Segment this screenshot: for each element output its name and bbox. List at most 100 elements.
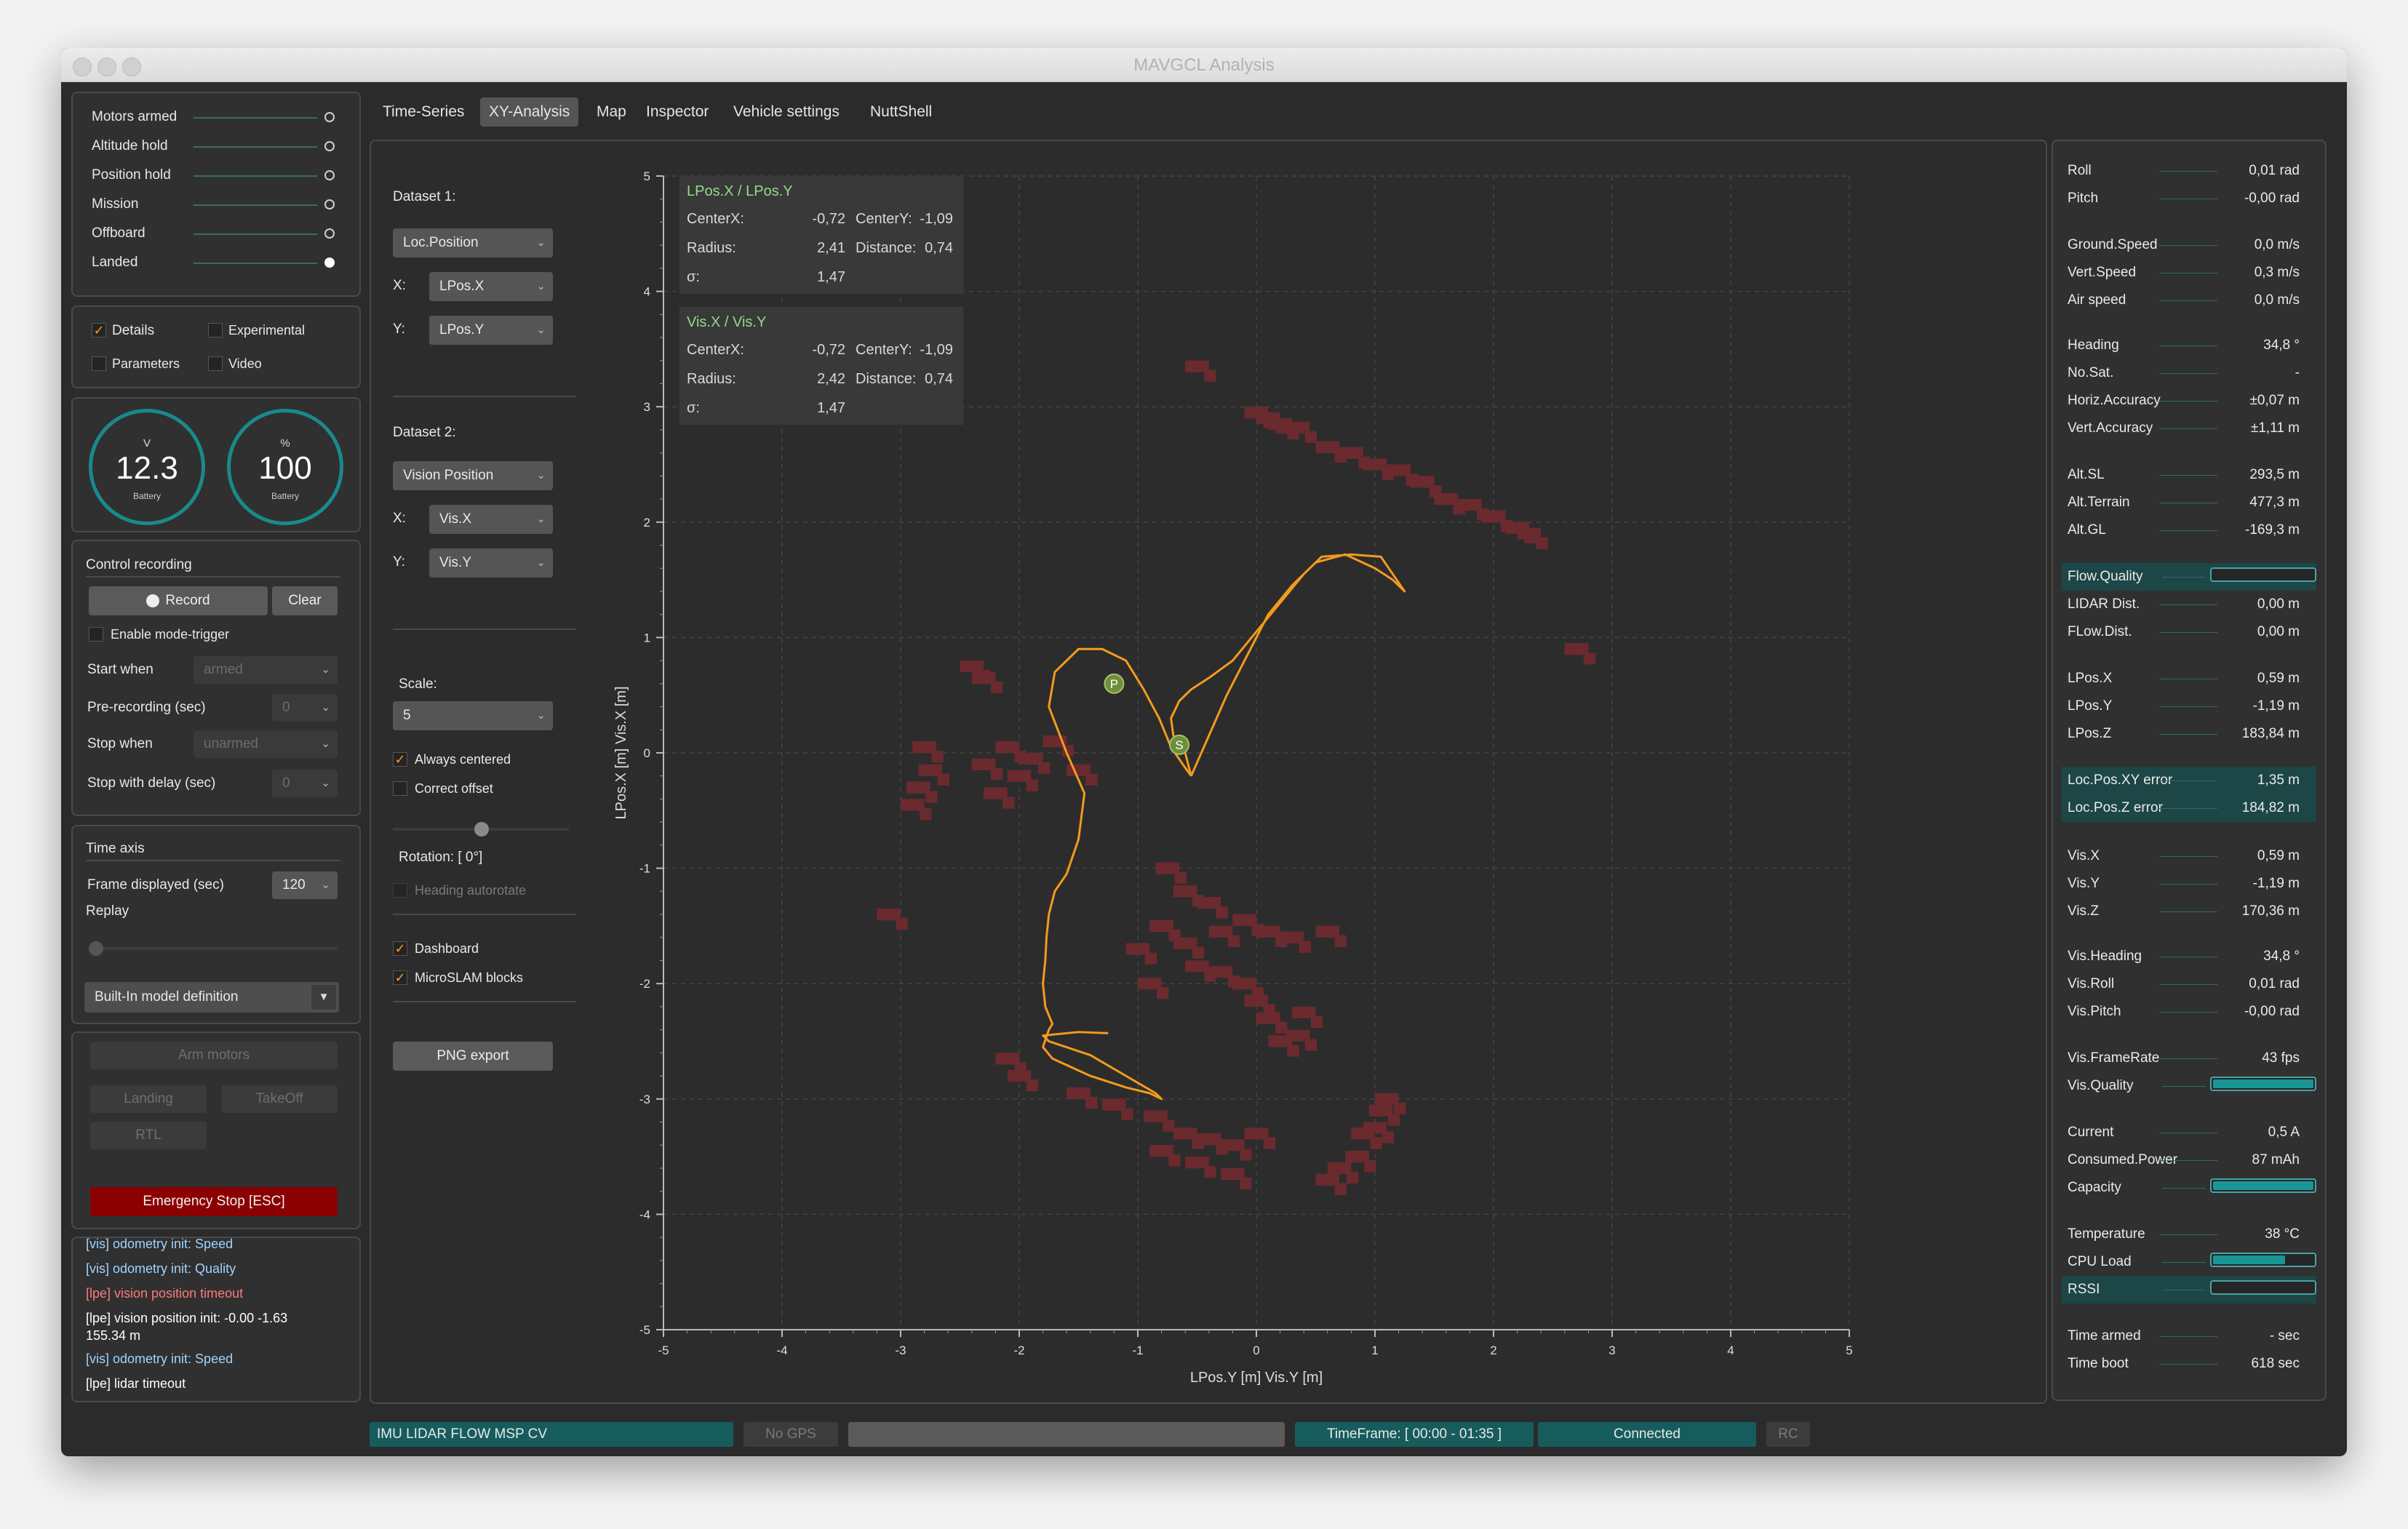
telemetry-rssi-bar — [2210, 1280, 2316, 1295]
log-line: [lpe] lidar timeout — [86, 1376, 186, 1391]
telemetry-current-value: 0,5 A — [2268, 1125, 2300, 1140]
heading-autorotate-checkbox[interactable] — [393, 883, 407, 898]
divider — [393, 628, 576, 630]
stop-when-select[interactable]: unarmed ⌄ — [194, 730, 338, 758]
always-centered-checkbox[interactable]: ✓ — [393, 752, 407, 767]
dataset2-label: Dataset 2: — [393, 425, 456, 440]
microslam-block — [1382, 1131, 1395, 1143]
y-tick-label: 0 — [644, 746, 650, 760]
y-tick-label: 4 — [644, 285, 650, 299]
scale-select[interactable]: 5 ⌄ — [393, 701, 553, 730]
landing-button[interactable]: Landing — [90, 1085, 207, 1113]
microslam-block — [1387, 1114, 1400, 1126]
png-export-button[interactable]: PNG export — [393, 1042, 553, 1071]
x-tick-label: 1 — [1371, 1344, 1378, 1357]
tab-nuttshell[interactable]: NuttShell — [861, 97, 941, 127]
telemetry-flow-dist--value: 0,00 m — [2257, 624, 2300, 639]
microslam-block — [1370, 1137, 1382, 1149]
mode-mission-label: Mission — [92, 196, 139, 212]
ds2-y-select[interactable]: Vis.Y ⌄ — [429, 548, 553, 578]
ds2-x-select[interactable]: Vis.X ⌄ — [429, 505, 553, 534]
dashboard-checkbox[interactable]: ✓ — [393, 941, 407, 956]
chevron-down-icon: ⌄ — [536, 324, 546, 336]
telemetry-ground-speed-value: 0,0 m/s — [2254, 237, 2300, 252]
tab-inspector[interactable]: Inspector — [637, 97, 717, 127]
telemetry-alt-terrain-label: Alt.Terrain — [2068, 495, 2130, 510]
telemetry-line — [2162, 1188, 2206, 1189]
vis-trajectory — [1170, 553, 1406, 777]
x-tick-label: 5 — [1846, 1344, 1852, 1357]
telemetry-vis-x-label: Vis.X — [2068, 848, 2100, 863]
tab-time-series[interactable]: Time-Series — [374, 97, 473, 127]
microslam-block — [1174, 871, 1187, 884]
microslam-checkbox[interactable]: ✓ — [393, 970, 407, 985]
telemetry-vert-speed-value: 0,3 m/s — [2254, 265, 2300, 280]
dataset1-select[interactable]: Loc.Position ⌄ — [393, 228, 553, 258]
mode-motors-armed-indicator — [324, 112, 335, 122]
clear-button[interactable]: Clear — [272, 586, 338, 615]
mode-offboard-label: Offboard — [92, 225, 145, 241]
telemetry-alt-gl-label: Alt.GL — [2068, 522, 2106, 538]
microslam-block — [1304, 431, 1317, 443]
microslam-block — [1216, 906, 1228, 919]
correct-offset-checkbox[interactable] — [393, 781, 407, 796]
rtl-button[interactable]: RTL — [90, 1122, 207, 1149]
rotation-slider-handle[interactable] — [474, 822, 489, 837]
telemetry-no-sat--label: No.Sat. — [2068, 365, 2114, 380]
replay-slider-track[interactable] — [89, 947, 338, 950]
x-tick-label: -3 — [895, 1344, 906, 1357]
tab-xy-analysis[interactable]: XY-Analysis — [480, 97, 579, 127]
log-line: [lpe] vision position init: -0.00 -1.63 — [86, 1311, 288, 1325]
telemetry-vis-roll-value: 0,01 rad — [2249, 976, 2300, 991]
microslam-block — [990, 767, 1003, 781]
gps-status: No GPS — [743, 1422, 838, 1447]
telemetry-alt-terrain-value: 477,3 m — [2249, 495, 2300, 510]
start-when-select[interactable]: armed ⌄ — [194, 656, 338, 684]
stop-delay-spinner[interactable]: 0 ⌄ — [272, 770, 338, 797]
takeoff-button[interactable]: TakeOff — [221, 1085, 338, 1113]
parameters-checkbox[interactable] — [92, 356, 106, 371]
x-tick-label: 4 — [1727, 1344, 1734, 1357]
telemetry-line — [2159, 734, 2217, 735]
pre-recording-spinner[interactable]: 0 ⌄ — [272, 694, 338, 722]
ds1-x-select[interactable]: LPos.X ⌄ — [429, 272, 553, 301]
model-definition-select[interactable]: Built-In model definition ▼ — [84, 982, 339, 1013]
always-centered-label: Always centered — [415, 752, 511, 767]
replay-slider-handle[interactable] — [89, 941, 103, 956]
distance-label: Distance: — [856, 240, 917, 256]
telemetry-vert-accuracy-label: Vert.Accuracy — [2068, 420, 2153, 436]
telemetry-alt-sl-value: 293,5 m — [2249, 467, 2300, 482]
capacity-unit: % — [280, 437, 290, 450]
y-tick-label: -4 — [639, 1207, 650, 1221]
log-line: 155.34 m — [86, 1328, 141, 1343]
mode-line — [194, 263, 317, 264]
frame-displayed-select[interactable]: 120 ⌄ — [272, 871, 338, 899]
chevron-down-icon: ⌄ — [536, 469, 546, 482]
microslam-block — [1263, 1137, 1276, 1149]
tab-vehicle-settings[interactable]: Vehicle settings — [725, 97, 848, 127]
telemetry-heading-value: 34,8 ° — [2263, 338, 2300, 353]
dataset2-value: Vision Position — [403, 468, 494, 483]
arm-motors-button[interactable]: Arm motors — [90, 1042, 338, 1069]
frame-displayed-value: 120 — [282, 877, 306, 893]
centerx-label: CenterX: — [687, 211, 744, 227]
telemetry-vis-quality-label: Vis.Quality — [2068, 1078, 2134, 1093]
tab-map[interactable]: Map — [588, 97, 635, 127]
experimental-checkbox[interactable] — [208, 323, 223, 338]
telemetry-cpu-load-label: CPU Load — [2068, 1254, 2132, 1269]
mode-trigger-checkbox[interactable] — [89, 627, 103, 642]
telemetry-lidar-dist--label: LIDAR Dist. — [2068, 596, 2140, 612]
dataset2-select[interactable]: Vision Position ⌄ — [393, 461, 553, 490]
progress-status — [848, 1422, 1285, 1447]
video-checkbox[interactable] — [208, 356, 223, 371]
mode-line — [194, 204, 317, 206]
record-button[interactable]: Record — [89, 586, 268, 615]
vis-sigma-value: 1,47 — [817, 400, 845, 416]
details-checkbox[interactable]: ✓ — [92, 323, 106, 338]
microslam-block — [1121, 1108, 1133, 1120]
ds1-y-select[interactable]: LPos.Y ⌄ — [429, 316, 553, 345]
microslam-block — [1026, 779, 1039, 791]
emergency-stop-button[interactable]: Emergency Stop [ESC] — [90, 1187, 338, 1216]
connection-status: Connected — [1538, 1422, 1756, 1447]
capacity-label: Battery — [271, 491, 299, 501]
